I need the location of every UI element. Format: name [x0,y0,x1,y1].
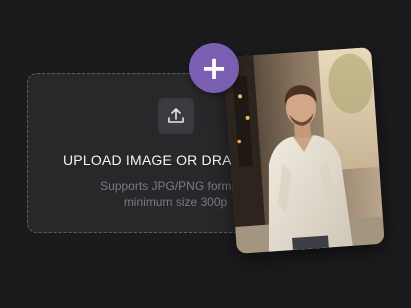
upload-stage: UPLOAD IMAGE OR DRA Supports JPG/PNG for… [0,0,411,308]
preview-photo-card[interactable] [223,47,385,254]
upload-icon [168,108,184,123]
preview-photo [223,47,385,254]
upload-title: UPLOAD IMAGE OR DRA [63,152,232,168]
upload-button[interactable] [158,98,194,134]
add-image-button[interactable]: + [189,43,239,93]
